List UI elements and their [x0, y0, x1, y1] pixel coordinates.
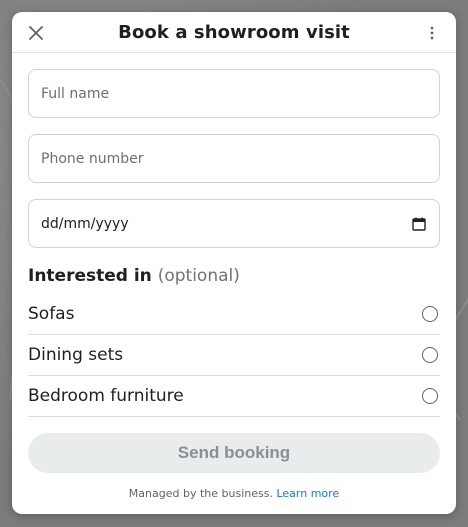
optional-label: (optional): [157, 266, 240, 286]
date-input[interactable]: dd/mm/yyyy: [28, 199, 440, 248]
phone-field-container: [28, 134, 440, 183]
close-button[interactable]: [26, 23, 46, 43]
option-label: Dining sets: [28, 345, 124, 365]
dialog-header: Book a showroom visit: [12, 12, 456, 53]
radio-button[interactable]: [422, 388, 438, 404]
calendar-icon[interactable]: [411, 216, 427, 232]
option-sofas[interactable]: Sofas: [28, 294, 440, 335]
radio-button[interactable]: [422, 306, 438, 322]
booking-dialog: Book a showroom visit dd/mm/yyyy: [12, 12, 456, 514]
radio-button[interactable]: [422, 347, 438, 363]
option-bedroom-furniture[interactable]: Bedroom furniture: [28, 376, 440, 417]
footer-text: Managed by the business.: [128, 487, 273, 500]
phone-number-input[interactable]: [41, 150, 427, 167]
interests-title: Interested in: [28, 266, 152, 286]
date-input-value: dd/mm/yyyy: [41, 215, 129, 232]
dialog-title: Book a showroom visit: [118, 21, 350, 43]
send-booking-button[interactable]: Send booking: [28, 433, 440, 473]
option-label: Bedroom furniture: [28, 386, 184, 406]
more-options-button[interactable]: [422, 23, 442, 43]
more-vertical-icon: [430, 26, 434, 40]
option-dining-sets[interactable]: Dining sets: [28, 335, 440, 376]
dialog-body: dd/mm/yyyy Interested in (optional) Sofa…: [12, 53, 456, 500]
learn-more-link[interactable]: Learn more: [276, 487, 339, 500]
full-name-input[interactable]: [41, 85, 427, 102]
close-icon: [29, 26, 43, 40]
full-name-field-container: [28, 69, 440, 118]
footer-note: Managed by the business. Learn more: [28, 487, 440, 500]
interest-options-list: Sofas Dining sets Bedroom furniture: [28, 294, 440, 417]
option-label: Sofas: [28, 304, 75, 324]
interests-heading: Interested in (optional): [28, 264, 440, 288]
